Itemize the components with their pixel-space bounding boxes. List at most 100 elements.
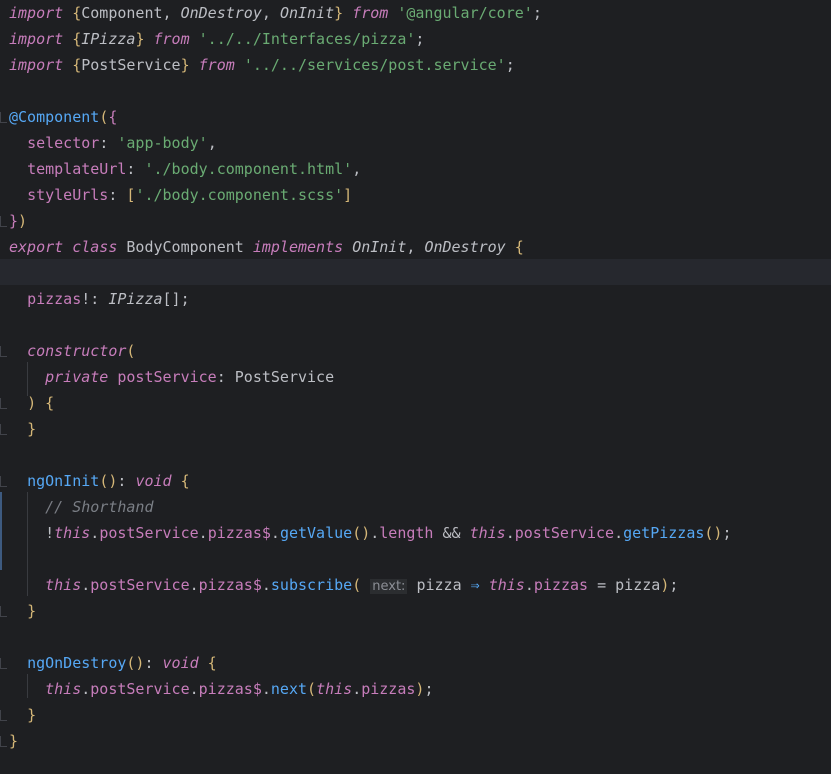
code-line[interactable] [0,260,831,286]
code-line-text: import {Component, OnDestroy, OnInit} fr… [9,0,542,26]
code-line[interactable]: ngOnInit(): void { [0,468,831,494]
code-token: } [9,732,19,750]
fold-marker-icon[interactable] [0,736,7,747]
code-line[interactable]: import {Component, OnDestroy, OnInit} fr… [0,0,831,26]
code-line[interactable]: } [0,702,831,728]
code-token: []; [162,290,190,308]
code-token: { [72,30,82,48]
code-token: constructor [27,342,127,360]
code-token: { [198,654,217,672]
fold-marker-icon[interactable] [0,424,7,435]
code-line[interactable]: !this.postService.pizzas$.getValue().len… [0,520,831,546]
code-token: . [81,576,91,594]
code-token: . [352,680,362,698]
code-token: ) [660,576,670,594]
code-line[interactable]: } [0,598,831,624]
code-token: selector [27,134,100,152]
code-line[interactable]: } [0,416,831,442]
code-editor[interactable]: import {Component, OnDestroy, OnInit} fr… [0,0,831,774]
code-line[interactable]: import {IPizza} from '../../Interfaces/p… [0,26,831,52]
code-token: , [261,4,280,22]
code-token: PostService [234,368,335,386]
fold-marker-icon[interactable] [0,476,7,487]
code-token: OnDestroy [424,238,506,256]
code-line[interactable]: templateUrl: './body.component.html', [0,156,831,182]
code-line[interactable]: @Component({ [0,104,831,130]
code-token: } [180,56,190,74]
code-line[interactable]: ) { [0,390,831,416]
fold-marker-icon[interactable] [0,606,7,617]
code-line[interactable]: ngOnDestroy(): void { [0,650,831,676]
code-line[interactable]: private postService: PostService [0,364,831,390]
fold-marker-icon[interactable] [0,216,7,227]
code-token: . [524,576,534,594]
code-line[interactable]: this.postService.pizzas$.subscribe( next… [0,572,831,598]
code-line[interactable] [0,78,831,104]
code-token: } [27,602,37,620]
fold-marker-icon[interactable] [0,112,7,123]
code-token: void [162,654,199,672]
code-line-text: } [9,702,36,728]
code-line[interactable] [0,546,831,572]
code-token: OnDestroy [180,4,262,22]
code-token: && [433,524,470,542]
code-token: pizza [407,576,471,594]
code-line[interactable]: this.postService.pizzas$.next(this.pizza… [0,676,831,702]
code-token: pizzas$ [198,576,262,594]
code-token: ; [505,56,515,74]
code-line[interactable]: // Shorthand [0,494,831,520]
code-token: () [99,472,118,490]
fold-marker-icon[interactable] [0,710,7,721]
code-token: ) [18,212,28,230]
code-token: ) [27,394,37,412]
code-token: { [36,394,55,412]
code-token: . [614,524,624,542]
code-token: pizzas [27,290,82,308]
code-line-text: } [9,598,36,624]
code-line[interactable]: import {PostService} from '../../service… [0,52,831,78]
code-line[interactable]: export class BodyComponent implements On… [0,234,831,260]
code-token: !: [81,290,109,308]
code-token: OnInit [352,238,407,256]
code-token: ! [45,524,55,542]
code-line-text: import {IPizza} from '../../Interfaces/p… [9,26,424,52]
code-token: PostService [81,56,181,74]
code-line[interactable]: } [0,728,831,754]
code-line-text: pizzas!: IPizza[]; [9,286,190,312]
code-line-text: @Component({ [9,104,117,130]
code-token: './body.component.scss' [135,186,344,204]
code-line-text: export class BodyComponent implements On… [9,234,524,260]
code-line[interactable]: pizzas!: IPizza[]; [0,286,831,312]
code-token: from [189,56,244,74]
code-line[interactable]: styleUrls: ['./body.component.scss'] [0,182,831,208]
code-token: ( [99,108,109,126]
code-token: , [207,134,217,152]
code-token: = pizza [588,576,661,594]
code-token: . [90,524,100,542]
code-line-text: this.postService.pizzas$.subscribe( next… [9,572,678,598]
fold-marker-icon[interactable] [0,398,7,409]
fold-marker-icon[interactable] [0,658,7,669]
code-token: '../../Interfaces/pizza' [198,30,416,48]
code-line[interactable]: constructor( [0,338,831,364]
code-line[interactable] [0,442,831,468]
code-line-text: ) { [9,390,54,416]
code-line[interactable] [0,624,831,650]
code-token: () [126,654,145,672]
code-line[interactable]: }) [0,208,831,234]
code-line-text: } [9,728,18,754]
code-line[interactable]: selector: 'app-body', [0,130,831,156]
code-token: } [9,212,19,230]
fold-marker-icon[interactable] [0,346,7,357]
code-token: from [343,4,398,22]
code-token: ; [722,524,732,542]
code-line[interactable] [0,312,831,338]
